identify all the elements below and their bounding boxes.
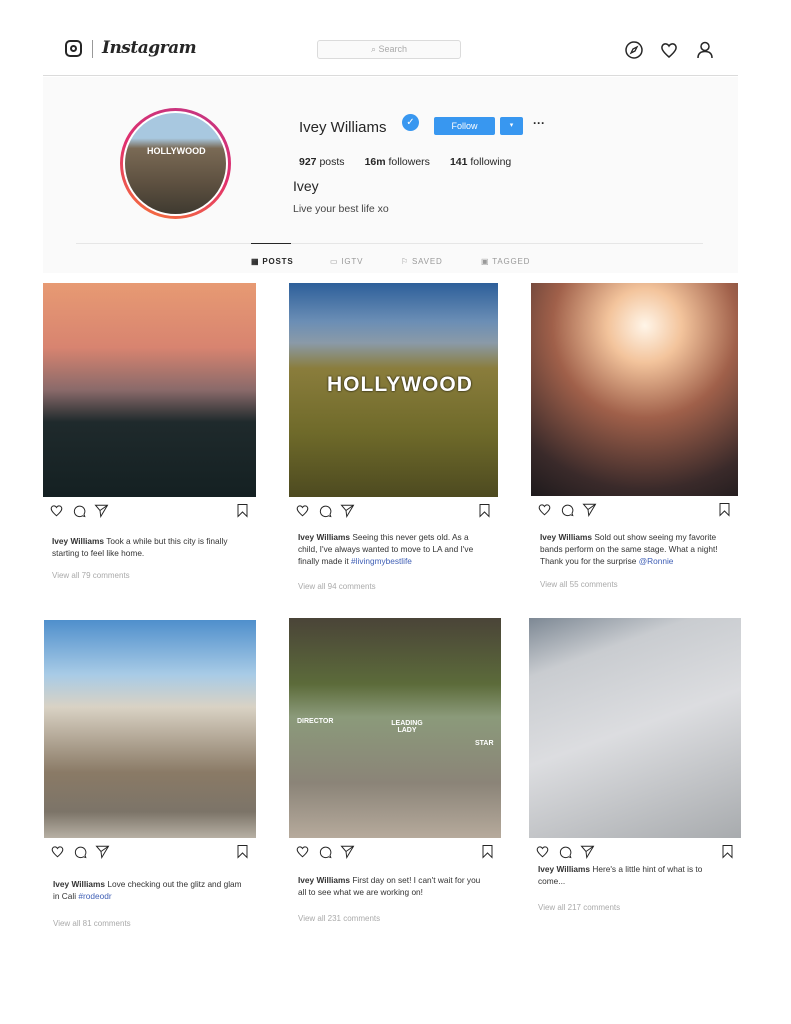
post-username[interactable]: Ivey Williams	[53, 879, 105, 889]
divider	[76, 243, 703, 244]
post-actions	[289, 503, 498, 523]
avatar[interactable]: HOLLYWOOD	[120, 108, 231, 219]
view-comments-link[interactable]: View all 231 comments	[298, 914, 380, 923]
post-caption: Ivey Williams Here's a little hint of wh…	[538, 863, 730, 887]
bookmark-icon[interactable]	[721, 844, 734, 859]
bookmark-icon[interactable]	[236, 844, 249, 859]
tab-igtv[interactable]: ▭ IGTV	[330, 257, 363, 266]
post-image[interactable]	[531, 283, 738, 496]
profile-stats: 927 posts 16m followers 141 following	[299, 156, 511, 168]
caption-tag-link[interactable]: #livingmybestlife	[351, 556, 412, 566]
top-nav: Instagram ⌕ Search	[43, 30, 738, 76]
like-heart-icon[interactable]	[50, 844, 65, 859]
bio: Live your best life xo	[293, 203, 389, 215]
username: Ivey Williams	[299, 119, 387, 136]
like-heart-icon[interactable]	[49, 503, 64, 518]
bookmark-icon[interactable]	[718, 502, 731, 517]
photo-text: STAR	[475, 740, 494, 747]
share-icon[interactable]	[94, 503, 109, 518]
post-card: Ivey Williams Took a while but this city…	[43, 283, 256, 612]
post-card: DIRECTOR LEADING LADY STAR Ivey Williams F…	[289, 618, 501, 950]
search-placeholder: Search	[378, 44, 408, 54]
post-actions	[44, 844, 256, 864]
comment-icon[interactable]	[318, 503, 333, 518]
view-comments-link[interactable]: View all 81 comments	[53, 919, 131, 928]
view-comments-link[interactable]: View all 55 comments	[540, 580, 618, 589]
view-comments-link[interactable]: View all 217 comments	[538, 903, 620, 912]
following-count[interactable]: 141 following	[450, 156, 511, 168]
post-username[interactable]: Ivey Williams	[538, 864, 590, 874]
post-username[interactable]: Ivey Williams	[540, 532, 592, 542]
post-caption: Ivey Williams Took a while but this city…	[52, 535, 245, 559]
post-actions	[289, 844, 501, 864]
user-icon[interactable]	[695, 40, 715, 60]
post-card: HOLLYWOOD Ivey Williams Seeing this neve…	[289, 283, 498, 612]
view-comments-link[interactable]: View all 79 comments	[52, 571, 130, 580]
more-options-button[interactable]: ···	[533, 116, 545, 130]
post-card: Ivey Williams Sold out show seeing my fa…	[531, 283, 738, 612]
view-comments-link[interactable]: View all 94 comments	[298, 582, 376, 591]
post-caption: Ivey Williams Sold out show seeing my fa…	[540, 531, 727, 567]
active-tab-indicator	[251, 243, 291, 244]
photo-text: LEADING LADY	[391, 720, 423, 734]
avatar-photo-text: HOLLYWOOD	[147, 146, 206, 156]
comment-icon[interactable]	[560, 502, 575, 517]
tab-tagged[interactable]: ▣ TAGGED	[481, 257, 530, 266]
post-username[interactable]: Ivey Williams	[52, 536, 104, 546]
heart-icon[interactable]	[659, 40, 679, 60]
post-image[interactable]	[529, 618, 741, 838]
post-caption: Ivey Williams First day on set! I can't …	[298, 874, 490, 898]
post-username[interactable]: Ivey Williams	[298, 875, 350, 885]
post-card: Ivey Williams Here's a little hint of wh…	[529, 618, 741, 956]
full-name: Ivey	[293, 178, 319, 194]
bookmark-icon[interactable]	[236, 503, 249, 518]
post-caption: Ivey Williams Seeing this never gets old…	[298, 531, 487, 567]
suggestions-dropdown-button[interactable]: ▾	[500, 117, 523, 135]
follow-button[interactable]: Follow	[434, 117, 495, 135]
share-icon[interactable]	[582, 502, 597, 517]
caption-tag-link[interactable]: #rodeodr	[78, 891, 111, 901]
post-actions	[531, 502, 738, 522]
share-icon[interactable]	[95, 844, 110, 859]
posts-count: 927 posts	[299, 156, 345, 168]
followers-count[interactable]: 16m followers	[365, 156, 430, 168]
instagram-glyph-icon[interactable]	[65, 40, 82, 57]
post-actions	[43, 503, 256, 523]
post-image[interactable]	[43, 283, 256, 497]
divider	[92, 40, 93, 58]
share-icon[interactable]	[340, 503, 355, 518]
post-caption: Ivey Williams Love checking out the glit…	[53, 878, 245, 902]
compass-icon[interactable]	[624, 40, 644, 60]
comment-icon[interactable]	[318, 844, 333, 859]
search-input[interactable]: ⌕ Search	[317, 40, 461, 59]
comment-icon[interactable]	[558, 844, 573, 859]
like-heart-icon[interactable]	[537, 502, 552, 517]
post-actions	[529, 844, 741, 864]
post-card: Ivey Williams Love checking out the glit…	[44, 620, 256, 960]
verified-badge-icon: ✓	[402, 114, 419, 131]
share-icon[interactable]	[580, 844, 595, 859]
photo-text: HOLLYWOOD	[327, 373, 473, 396]
like-heart-icon[interactable]	[295, 503, 310, 518]
post-image[interactable]: HOLLYWOOD	[289, 283, 498, 497]
comment-icon[interactable]	[73, 844, 88, 859]
profile-header: HOLLYWOOD Ivey Williams ✓ Follow ▾ ··· 9…	[43, 77, 738, 273]
caption-tag-link[interactable]: @Ronnie	[639, 556, 674, 566]
post-image[interactable]: DIRECTOR LEADING LADY STAR	[289, 618, 501, 838]
instagram-logo[interactable]: Instagram	[102, 38, 197, 58]
post-image[interactable]	[44, 620, 256, 838]
photo-text: DIRECTOR	[297, 718, 334, 725]
tab-saved[interactable]: ⚐ SAVED	[401, 257, 443, 266]
comment-icon[interactable]	[72, 503, 87, 518]
avatar-photo: HOLLYWOOD	[123, 111, 228, 216]
share-icon[interactable]	[340, 844, 355, 859]
post-username[interactable]: Ivey Williams	[298, 532, 350, 542]
like-heart-icon[interactable]	[295, 844, 310, 859]
bookmark-icon[interactable]	[478, 503, 491, 518]
like-heart-icon[interactable]	[535, 844, 550, 859]
bookmark-icon[interactable]	[481, 844, 494, 859]
tab-posts[interactable]: ▦ POSTS	[251, 257, 294, 266]
